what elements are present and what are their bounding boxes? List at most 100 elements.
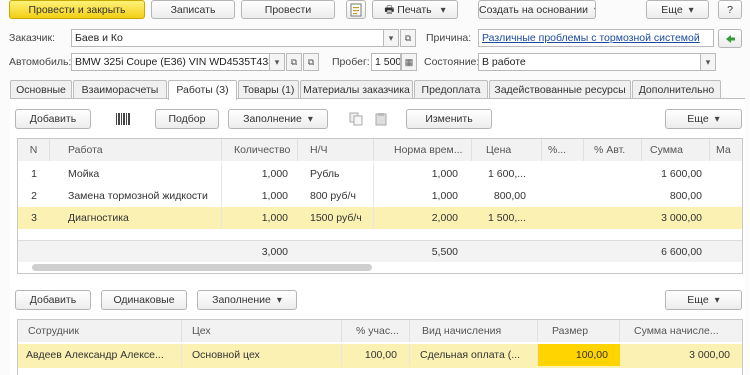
- staff-more-label: Еще: [687, 294, 709, 306]
- table-row[interactable]: 2 Замена тормозной жидкости 1,000 800 ру…: [18, 185, 742, 207]
- printer-icon: 🖶: [384, 4, 395, 16]
- col-materials[interactable]: Ма: [710, 139, 742, 161]
- row-sum: 3 000,00: [661, 212, 702, 224]
- works-add-button[interactable]: Добавить: [15, 109, 91, 129]
- row-pct: [542, 163, 584, 185]
- col-accrual-sum[interactable]: Сумма начисле...: [620, 320, 742, 342]
- staff-table-header: Сотрудник Цех % учас... Вид начисления Р…: [18, 320, 742, 342]
- more-button[interactable]: Еще: [646, 0, 709, 19]
- tab-prepayment[interactable]: Предоплата: [414, 80, 488, 99]
- table-row-selected[interactable]: 3 Диагностика 1,000 1500 руб/ч 2,000 1 5…: [18, 207, 742, 229]
- chevron-down-icon: ▾: [274, 57, 280, 67]
- reason-action-button[interactable]: [718, 29, 742, 48]
- state-field[interactable]: В работе: [478, 53, 716, 71]
- state-label: Состояние:: [424, 56, 480, 68]
- post-button[interactable]: Провести: [241, 0, 335, 19]
- row-qty: 1,000: [261, 212, 288, 224]
- col-price[interactable]: Цена: [472, 139, 542, 161]
- help-button[interactable]: ?: [718, 0, 742, 19]
- tab-additional[interactable]: Дополнительно: [632, 80, 721, 99]
- row-n: 3: [31, 212, 37, 224]
- col-sum[interactable]: Сумма: [642, 139, 710, 161]
- staff-more-button[interactable]: Еще: [665, 290, 742, 310]
- col-accrual-kind[interactable]: Вид начисления: [410, 320, 538, 342]
- customer-open-button[interactable]: ⧉: [400, 29, 416, 47]
- row-shop: Основной цех: [182, 344, 342, 366]
- works-pick-button[interactable]: Подбор: [155, 109, 219, 129]
- copy-icon: [349, 112, 363, 126]
- table-row-selected[interactable]: Авдеев Александр Алексе... Основной цех …: [18, 344, 742, 368]
- print-label: Печать: [397, 4, 432, 16]
- row-size[interactable]: 100,00: [538, 344, 620, 366]
- row-work: Замена тормозной жидкости: [50, 185, 222, 207]
- report-icon-button[interactable]: [346, 0, 366, 19]
- car-label: Автомобиль:: [9, 56, 72, 68]
- col-nh[interactable]: Н/Ч: [298, 139, 374, 161]
- col-pct-auto[interactable]: % Авт.: [584, 139, 642, 161]
- col-qty[interactable]: Количество: [222, 139, 298, 161]
- row-n: 2: [31, 190, 37, 202]
- car-copy-button[interactable]: ⧉: [303, 53, 319, 71]
- col-size[interactable]: Размер: [538, 320, 620, 342]
- mileage-calc-button[interactable]: ▦: [401, 53, 417, 71]
- car-open-button[interactable]: ⧉: [286, 53, 302, 71]
- staff-fill-button[interactable]: Заполнение: [197, 290, 297, 310]
- car-dropdown-button[interactable]: ▾: [269, 53, 285, 71]
- works-more-label: Еще: [687, 113, 709, 125]
- staff-same-button[interactable]: Одинаковые: [101, 290, 187, 310]
- row-price: 800,00: [493, 190, 526, 202]
- customer-dropdown-button[interactable]: ▾: [383, 29, 399, 47]
- works-change-button[interactable]: Изменить: [406, 109, 492, 129]
- car-field[interactable]: BMW 325i Coupe (E36) VIN WD4535T4334: [71, 53, 285, 71]
- tab-main[interactable]: Основные: [10, 80, 72, 99]
- print-button[interactable]: 🖶 Печать: [372, 0, 458, 19]
- row-pct: [542, 207, 584, 229]
- col-employee[interactable]: Сотрудник: [18, 320, 182, 342]
- col-norm[interactable]: Норма врем...: [374, 139, 472, 161]
- reason-link[interactable]: Различные проблемы с тормозной системой: [482, 32, 700, 44]
- tab-customer-materials[interactable]: Материалы заказчика: [300, 80, 413, 99]
- row-sum: 800,00: [669, 190, 702, 202]
- table-row[interactable]: 1 Мойка 1,000 Рубль 1,000 1 600,... 1 60…: [18, 163, 742, 185]
- row-norm: 1,000: [431, 168, 458, 180]
- open-link-icon: ⧉: [404, 33, 412, 43]
- col-participation[interactable]: % учас...: [342, 320, 410, 342]
- row-nh: Рубль: [298, 163, 374, 185]
- row-accrual-kind: Сдельная оплата (...: [410, 344, 538, 366]
- save-button[interactable]: Записать: [151, 0, 235, 19]
- barcode-button[interactable]: [112, 109, 134, 129]
- chevron-down-icon: ▾: [705, 57, 711, 67]
- row-accrual-sum: 3 000,00: [689, 349, 730, 361]
- col-pct[interactable]: %...: [542, 139, 584, 161]
- more-label: Еще: [661, 4, 683, 16]
- copy-icon: ⧉: [307, 57, 315, 67]
- tab-works[interactable]: Работы (3): [168, 80, 237, 100]
- post-and-close-button[interactable]: Провести и закрыть: [9, 0, 145, 19]
- col-shop[interactable]: Цех: [182, 320, 342, 342]
- works-paste-button[interactable]: [371, 109, 391, 129]
- row-nh: 1500 руб/ч: [298, 207, 374, 229]
- reason-field[interactable]: Различные проблемы с тормозной системой: [478, 29, 714, 47]
- mileage-field[interactable]: 1 500: [371, 53, 401, 71]
- col-work[interactable]: Работа: [50, 139, 222, 161]
- tab-settlements[interactable]: Взаиморасчеты: [73, 80, 167, 99]
- works-table-header: N Работа Количество Н/Ч Норма врем... Це…: [18, 139, 742, 161]
- row-pct-auto: [584, 207, 642, 229]
- mileage-label: Пробег:: [332, 56, 370, 68]
- works-fill-button[interactable]: Заполнение: [228, 109, 328, 129]
- tab-goods[interactable]: Товары (1): [238, 80, 299, 99]
- row-nh: 800 руб/ч: [298, 185, 374, 207]
- reason-label: Причина:: [426, 32, 472, 44]
- horizontal-scrollbar[interactable]: [32, 264, 372, 271]
- staff-add-button[interactable]: Добавить: [15, 290, 91, 310]
- col-n[interactable]: N: [18, 139, 50, 161]
- works-more-button[interactable]: Еще: [665, 109, 742, 129]
- create-on-basis-button[interactable]: Создать на основании: [478, 0, 596, 19]
- total-qty: 3,000: [261, 246, 288, 258]
- chevron-down-icon: ▾: [388, 33, 394, 43]
- state-dropdown-button[interactable]: ▾: [700, 53, 716, 71]
- tab-resources[interactable]: Задействованные ресурсы: [489, 80, 631, 99]
- document-report-icon: [350, 3, 362, 17]
- works-copy-button[interactable]: [346, 109, 366, 129]
- customer-field[interactable]: Баев и Ко: [71, 29, 389, 47]
